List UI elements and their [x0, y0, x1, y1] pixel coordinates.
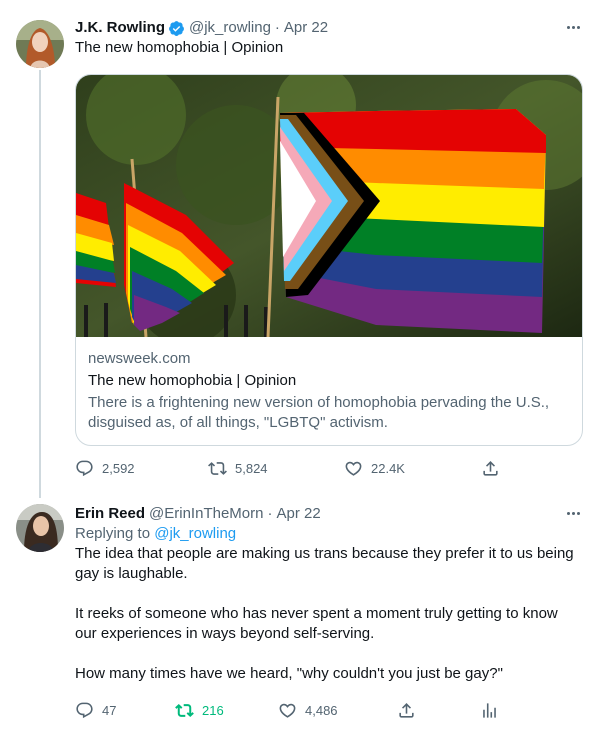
replying-to-link[interactable]: @jk_rowling [154, 525, 236, 542]
like-icon [345, 461, 362, 476]
tweet-text: The new homophobia | Opinion [75, 39, 284, 56]
share-icon [483, 460, 498, 476]
avatar[interactable] [16, 20, 64, 68]
share-button[interactable] [481, 459, 508, 478]
retweet-button[interactable]: 216 [175, 701, 224, 720]
tweet-text-paragraph-1: The idea that people are making us trans… [75, 545, 574, 582]
like-button[interactable]: 4,486 [278, 701, 338, 720]
author-name[interactable]: J.K. Rowling [75, 18, 165, 38]
timestamp[interactable]: Apr 22 [276, 504, 320, 524]
reply-button[interactable]: 2,592 [75, 459, 135, 478]
more-icon[interactable] [564, 18, 582, 36]
tweet-actions: 47 216 4,486 [75, 700, 581, 720]
verified-badge-icon [168, 20, 185, 37]
share-button[interactable] [397, 701, 424, 720]
retweet-button[interactable]: 5,824 [208, 459, 268, 478]
author-name[interactable]: Erin Reed [75, 504, 145, 524]
tweet-text-paragraph-3: How many times have we heard, "why could… [75, 665, 503, 682]
retweet-icon [175, 703, 194, 717]
reply-count: 47 [102, 702, 117, 718]
replying-to: Replying to @jk_rowling [75, 524, 582, 544]
tweet-erin-reed[interactable]: Erin Reed @ErinInTheMorn · Apr 22 Replyi… [0, 504, 598, 729]
author-handle[interactable]: @jk_rowling [189, 18, 271, 38]
retweet-icon [208, 461, 227, 475]
avatar[interactable] [16, 504, 64, 552]
tweet-jk-rowling[interactable]: J.K. Rowling @jk_rowling · Apr 22 The ne… [0, 18, 598, 488]
link-card-title: The new homophobia | Opinion [88, 372, 297, 389]
link-card-description: There is a frightening new version of ho… [88, 394, 550, 431]
like-icon [279, 703, 296, 718]
timestamp[interactable]: Apr 22 [284, 18, 328, 38]
author-handle[interactable]: @ErinInTheMorn [149, 504, 263, 524]
analytics-icon [483, 702, 496, 718]
tweet-actions: 2,592 5,824 22.4K [75, 458, 581, 478]
separator: · [267, 505, 273, 522]
more-icon[interactable] [564, 504, 582, 522]
link-card-domain: newsweek.com [88, 350, 191, 367]
replying-prefix: Replying to [75, 525, 151, 542]
like-count: 22.4K [371, 460, 405, 476]
retweet-count: 5,824 [235, 460, 268, 476]
retweet-count: 216 [202, 702, 224, 718]
separator: · [274, 19, 280, 36]
share-icon [399, 702, 414, 718]
reply-icon [76, 702, 93, 718]
reply-icon [76, 460, 93, 476]
tweet-text-paragraph-2: It reeks of someone who has never spent … [75, 605, 558, 642]
link-card-image [76, 75, 582, 337]
reply-count: 2,592 [102, 460, 135, 476]
like-count: 4,486 [305, 702, 338, 718]
link-card[interactable]: newsweek.com The new homophobia | Opinio… [75, 74, 583, 446]
like-button[interactable]: 22.4K [344, 459, 405, 478]
analytics-button[interactable] [480, 701, 507, 720]
reply-button[interactable]: 47 [75, 701, 116, 720]
